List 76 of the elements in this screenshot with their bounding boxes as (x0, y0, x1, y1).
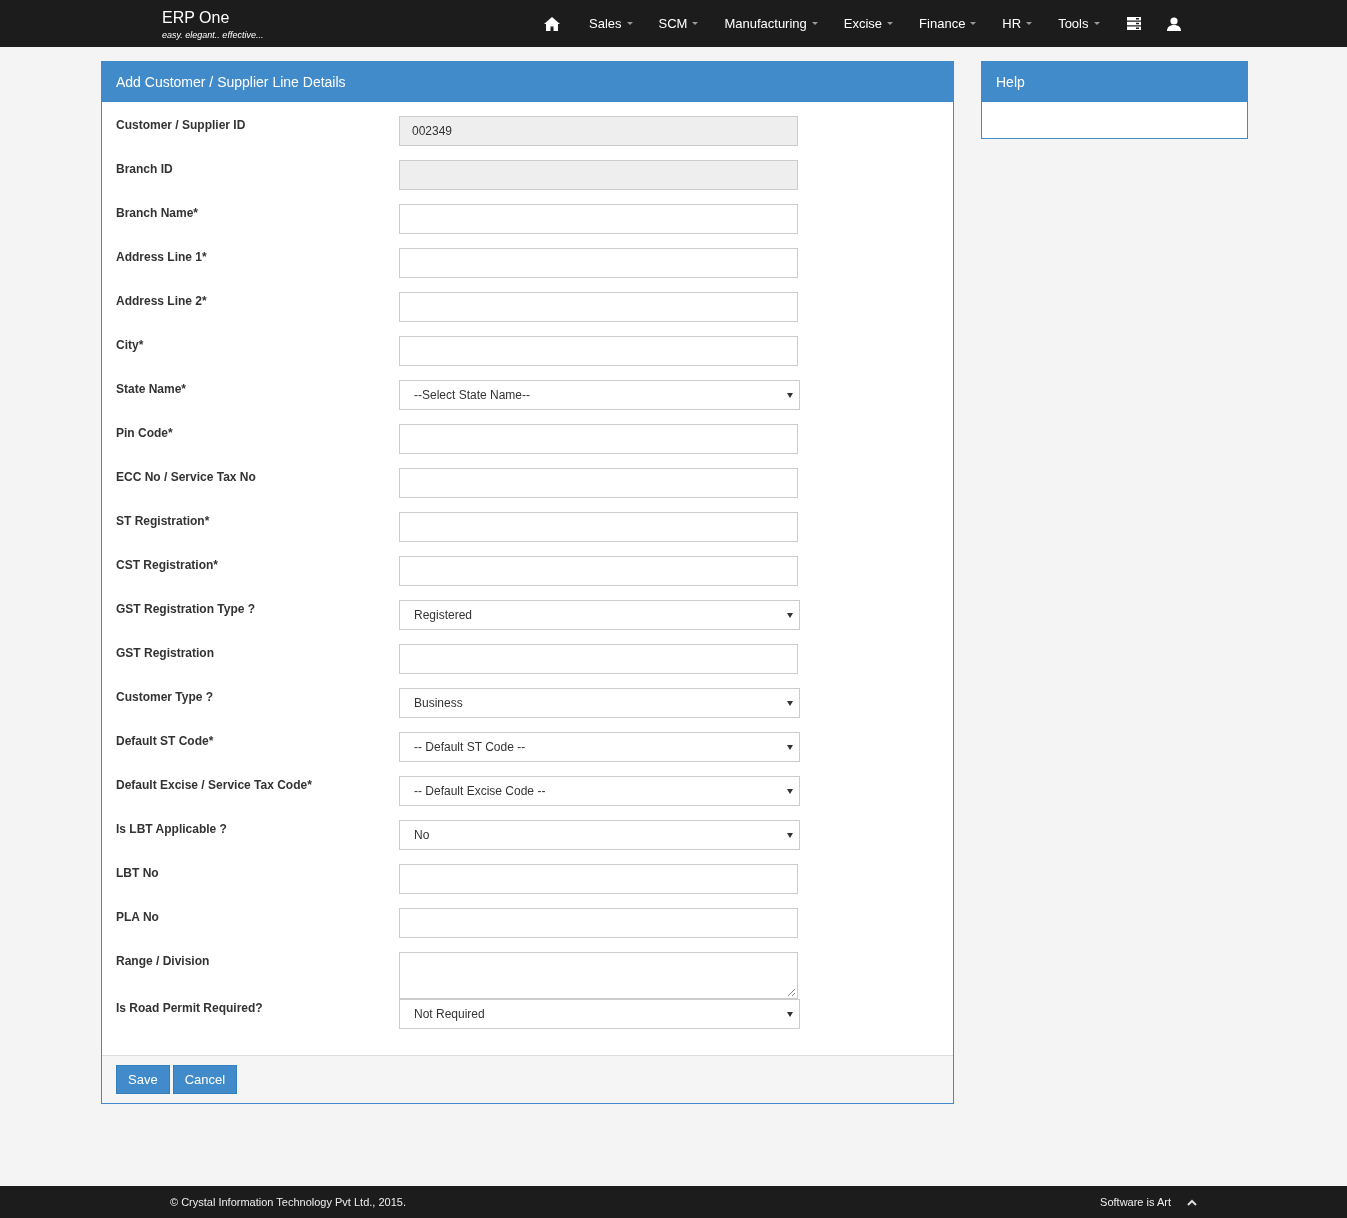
panel-title: Help (996, 74, 1025, 90)
caret-icon (1093, 22, 1100, 25)
nav-menu[interactable]: Sales (576, 16, 646, 31)
resize-grip-icon (787, 988, 795, 996)
caret-icon (626, 22, 633, 25)
brand-tagline: easy. elegant.. effective... (162, 29, 265, 40)
caret-icon (970, 22, 977, 25)
input-field[interactable] (399, 204, 798, 234)
caret-icon (787, 613, 793, 618)
input-field[interactable]: 002349 (399, 116, 798, 146)
field-label: Default Excise / Service Tax Code* (116, 777, 313, 792)
select-dropdown[interactable]: Registered (399, 600, 800, 630)
panel-title: Add Customer / Supplier Line Details (116, 74, 346, 90)
nav-menu[interactable]: HR (989, 16, 1046, 31)
field-label: City* (116, 337, 145, 352)
field-label: GST Registration Type ? (116, 601, 257, 616)
select-dropdown[interactable]: --Select State Name-- (399, 380, 800, 410)
motto-text: Software is Art (1100, 1196, 1171, 1208)
nav-menu[interactable]: Excise (830, 16, 907, 31)
field-label: Address Line 2* (116, 293, 208, 308)
select-dropdown[interactable]: Not Required (399, 999, 800, 1029)
nav-menu[interactable]: Tools (1045, 16, 1113, 31)
field-label: Range / Division (116, 953, 211, 968)
select-dropdown[interactable]: No (399, 820, 800, 850)
form-button[interactable]: Save (116, 1065, 170, 1094)
text-area[interactable] (399, 952, 798, 999)
field-label: ST Registration* (116, 513, 211, 528)
caret-icon (787, 745, 793, 750)
field-label: Is Road Permit Required? (116, 1000, 264, 1015)
field-label: Customer / Supplier ID (116, 117, 247, 132)
field-label: Pin Code* (116, 425, 174, 440)
field-label: GST Registration (116, 645, 215, 660)
input-field[interactable] (399, 336, 798, 366)
field-label: Address Line 1* (116, 249, 208, 264)
copyright-text: © Crystal Information Technology Pvt Ltd., 2015. (170, 1196, 407, 1208)
caret-icon (787, 701, 793, 706)
field-label: Default ST Code* (116, 733, 215, 748)
field-label: Branch Name* (116, 205, 200, 220)
caret-icon (787, 393, 793, 398)
caret-icon (787, 1012, 793, 1017)
field-label: State Name* (116, 381, 188, 396)
caret-icon (787, 789, 793, 794)
field-label: Customer Type ? (116, 689, 215, 704)
select-dropdown[interactable]: -- Default ST Code -- (399, 732, 800, 762)
input-field[interactable] (399, 424, 798, 454)
caret-icon (1026, 22, 1033, 25)
nav-menu[interactable]: Finance (906, 16, 990, 31)
field-label: CST Registration* (116, 557, 219, 572)
brand-title[interactable]: ERP One (162, 7, 522, 28)
input-field[interactable] (399, 160, 798, 190)
server-icon[interactable] (1126, 17, 1141, 30)
input-field[interactable] (399, 644, 798, 674)
form-button[interactable]: Cancel (172, 1065, 238, 1094)
input-field[interactable] (399, 512, 798, 542)
input-field[interactable] (399, 248, 798, 278)
caret-icon (887, 22, 894, 25)
home-icon[interactable] (544, 16, 560, 31)
input-field[interactable] (399, 292, 798, 322)
field-label: LBT No (116, 865, 160, 880)
field-label: ECC No / Service Tax No (116, 469, 257, 484)
field-label: Branch ID (116, 161, 174, 176)
select-dropdown[interactable]: Business (399, 688, 800, 718)
caret-icon (811, 22, 818, 25)
input-field[interactable] (399, 864, 798, 894)
user-icon[interactable] (1166, 16, 1181, 31)
nav-menu[interactable]: SCM (645, 16, 712, 31)
select-dropdown[interactable]: -- Default Excise Code -- (399, 776, 800, 806)
caret-icon (692, 22, 699, 25)
input-field[interactable] (399, 556, 798, 586)
input-field[interactable] (399, 468, 798, 498)
caret-icon (787, 833, 793, 838)
chevron-up-icon[interactable] (1187, 1198, 1197, 1206)
nav-menu[interactable]: Manufacturing (711, 16, 831, 31)
field-label: Is LBT Applicable ? (116, 821, 228, 836)
input-field[interactable] (399, 908, 798, 938)
field-label: PLA No (116, 909, 160, 924)
